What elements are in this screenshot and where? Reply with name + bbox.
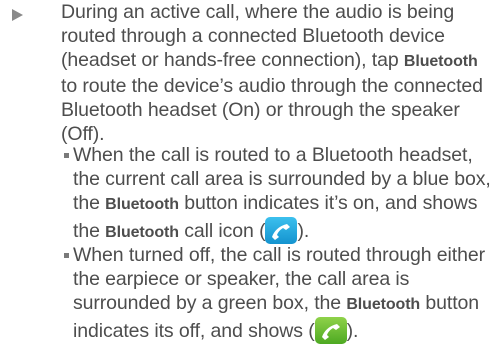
- text-run: button indicates it’s on, and shows: [178, 192, 478, 214]
- text-line: indicates its off, and shows ().: [73, 317, 490, 344]
- text-line: During an active call, where the audio i…: [61, 1, 455, 23]
- bluetooth-bold-label: Bluetooth: [105, 224, 179, 241]
- text-line: routed through a connected Bluetooth dev…: [61, 25, 445, 47]
- text-line: the current call area is surrounded by a…: [73, 168, 490, 190]
- text-run: indicates its off, and shows (: [73, 320, 315, 342]
- square-bullet-icon: [64, 153, 69, 158]
- bluetooth-bold-label: Bluetooth: [346, 296, 421, 313]
- sub-paragraph-off: When turned off, the call is routed thro…: [73, 243, 490, 344]
- text-run: (headset or hands-free connection), tap: [61, 49, 404, 71]
- text-line: When the call is routed to a Bluetooth h…: [73, 144, 473, 166]
- bluetooth-bold-label: Bluetooth: [105, 196, 179, 213]
- text-run: the: [73, 192, 106, 214]
- text-run: ).: [297, 220, 310, 242]
- text-line: When turned off, the call is routed thro…: [73, 244, 485, 266]
- bullet-arrow-icon: [12, 9, 23, 21]
- text-line: the earpiece or speaker, the call area i…: [73, 268, 410, 290]
- sub-paragraph-on: When the call is routed to a Bluetooth h…: [73, 143, 490, 245]
- text-line: the Bluetooth button indicates it’s on, …: [73, 191, 490, 217]
- call-icon-green: [314, 317, 347, 344]
- bluetooth-call-icon: [265, 217, 298, 244]
- text-line: to route the device’s audio through the …: [61, 75, 483, 97]
- text-line: (headset or hands-free connection), tap …: [61, 48, 486, 74]
- bluetooth-bold-label: Bluetooth: [403, 53, 478, 70]
- document-page: During an active call, where the audio i…: [0, 0, 490, 360]
- text-line: Bluetooth headset (On) or through the sp…: [61, 99, 460, 121]
- text-run: call icon (: [178, 220, 266, 242]
- text-run: ).: [346, 320, 359, 342]
- text-run: button: [420, 292, 480, 314]
- main-paragraph: During an active call, where the audio i…: [61, 0, 486, 146]
- text-run: surrounded by a green box, the: [73, 292, 347, 314]
- text-line: the Bluetooth call icon ().: [73, 217, 490, 245]
- text-line: surrounded by a green box, the Bluetooth…: [73, 291, 490, 317]
- text-run: the: [73, 220, 106, 242]
- square-bullet-icon: [64, 253, 69, 258]
